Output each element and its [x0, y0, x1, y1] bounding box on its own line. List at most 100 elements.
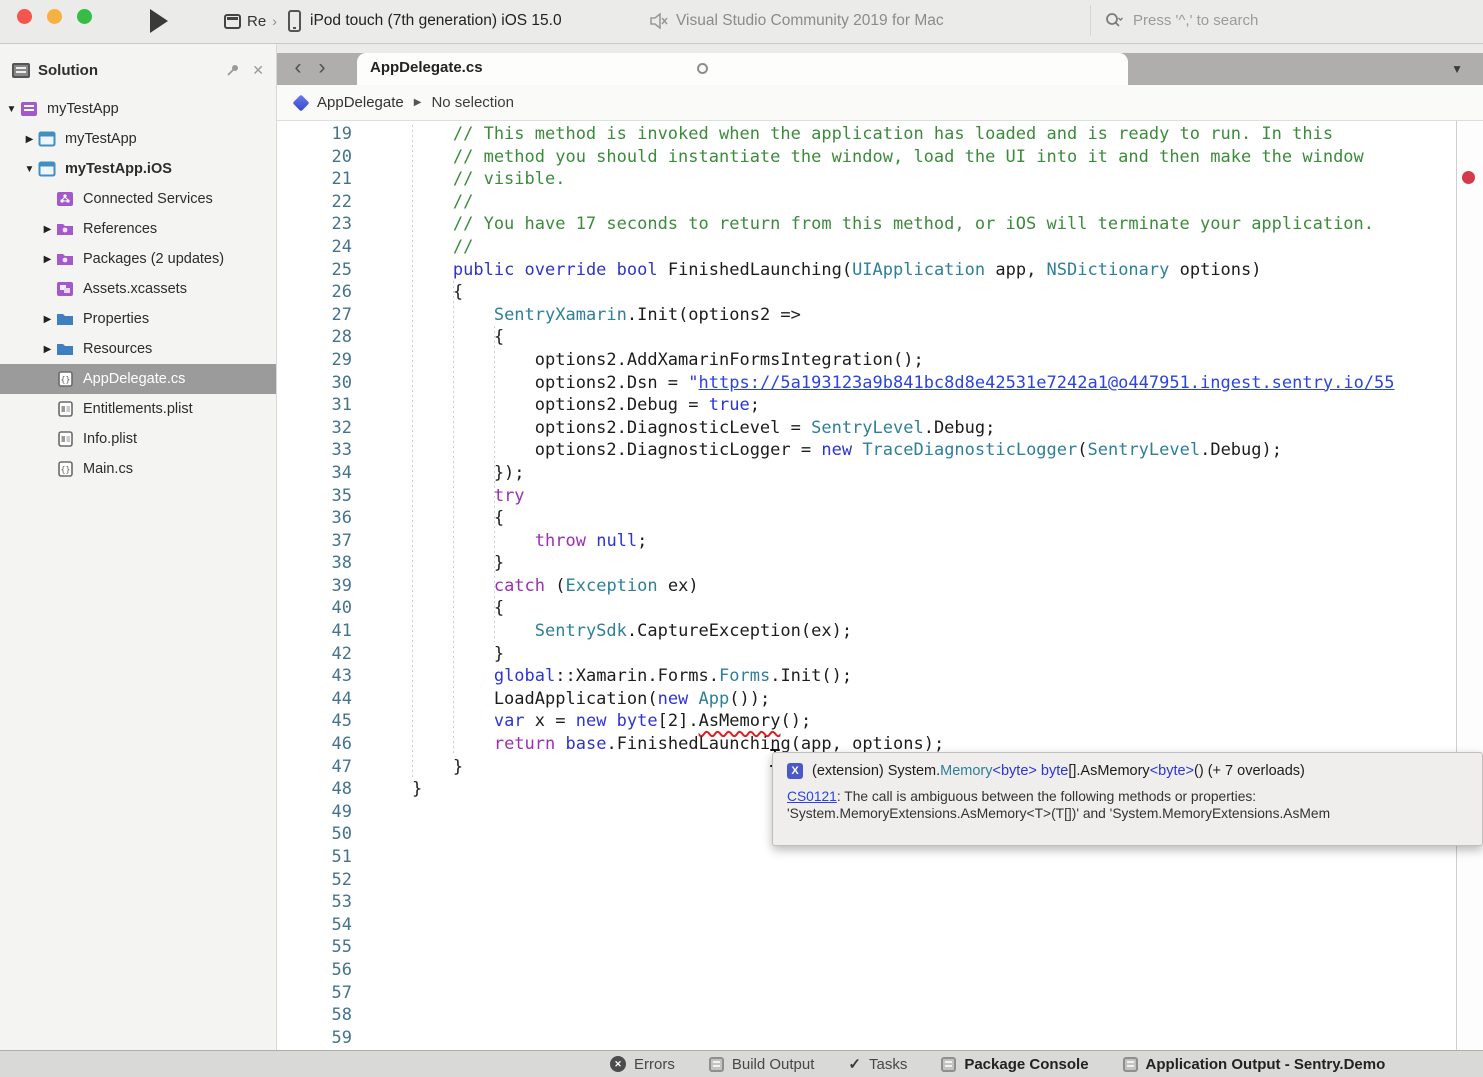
editor-annotation-column[interactable] [1456, 121, 1483, 1050]
code-line[interactable]: 36 { [277, 507, 1483, 530]
tree-item-connected-services[interactable]: Connected Services [0, 184, 276, 214]
line-number[interactable]: 56 [277, 959, 371, 982]
code-text[interactable]: var x = new byte[2].AsMemory(); [371, 710, 1483, 733]
disclosure-arrow-icon[interactable]: ▶ [40, 314, 55, 325]
code-line[interactable]: 23 // You have 17 seconds to return from… [277, 213, 1483, 236]
code-text[interactable]: global::Xamarin.Forms.Forms.Init(); [371, 665, 1483, 688]
code-text[interactable]: throw null; [371, 530, 1483, 553]
minimize-window-button[interactable] [47, 9, 62, 24]
line-number[interactable]: 40 [277, 597, 371, 620]
line-number[interactable]: 46 [277, 733, 371, 756]
code-line[interactable]: 28 { [277, 326, 1483, 349]
line-number[interactable]: 37 [277, 530, 371, 553]
line-number[interactable]: 54 [277, 914, 371, 937]
line-number[interactable]: 41 [277, 620, 371, 643]
line-number[interactable]: 57 [277, 982, 371, 1005]
line-number[interactable]: 32 [277, 417, 371, 440]
code-line[interactable]: 29 options2.AddXamarinFormsIntegration()… [277, 349, 1483, 372]
code-text[interactable] [371, 869, 1483, 892]
code-line[interactable]: 51 [277, 846, 1483, 869]
line-number[interactable]: 50 [277, 823, 371, 846]
code-line[interactable]: 55 [277, 936, 1483, 959]
code-line[interactable]: 42 } [277, 643, 1483, 666]
code-text[interactable]: // [371, 191, 1483, 214]
line-number[interactable]: 47 [277, 756, 371, 779]
line-number[interactable]: 45 [277, 710, 371, 733]
tree-item-packages-2-updates-[interactable]: ▶Packages (2 updates) [0, 244, 276, 274]
code-line[interactable]: 41 SentrySdk.CaptureException(ex); [277, 620, 1483, 643]
line-number[interactable]: 27 [277, 304, 371, 327]
code-line[interactable]: 58 [277, 1004, 1483, 1027]
code-text[interactable]: } [371, 552, 1483, 575]
code-text[interactable] [371, 914, 1483, 937]
code-line[interactable]: 37 throw null; [277, 530, 1483, 553]
code-text[interactable]: options2.Dsn = "https://5a193123a9b841bc… [371, 372, 1483, 395]
code-line[interactable]: 22 // [277, 191, 1483, 214]
statusbar-build-output[interactable]: Build Output [709, 1056, 815, 1073]
statusbar-application-output-sentry-demo[interactable]: Application Output - Sentry.Demo [1123, 1056, 1386, 1073]
tree-item-mytestapp[interactable]: ▶myTestApp [0, 124, 276, 154]
run-button[interactable] [147, 8, 169, 34]
code-line[interactable]: 57 [277, 982, 1483, 1005]
code-line[interactable]: 20 // method you should instantiate the … [277, 146, 1483, 169]
line-number[interactable]: 53 [277, 891, 371, 914]
line-number[interactable]: 20 [277, 146, 371, 169]
line-number[interactable]: 44 [277, 688, 371, 711]
build-configuration-selector[interactable]: Re › [224, 8, 277, 34]
code-text[interactable] [371, 959, 1483, 982]
code-text[interactable] [371, 891, 1483, 914]
line-number[interactable]: 39 [277, 575, 371, 598]
code-line[interactable]: 32 options2.DiagnosticLevel = SentryLeve… [277, 417, 1483, 440]
line-number[interactable]: 36 [277, 507, 371, 530]
code-text[interactable]: options2.AddXamarinFormsIntegration(); [371, 349, 1483, 372]
code-line[interactable]: 25 public override bool FinishedLaunchin… [277, 259, 1483, 282]
code-text[interactable] [371, 982, 1483, 1005]
tree-item-resources[interactable]: ▶Resources [0, 334, 276, 364]
code-text[interactable]: // visible. [371, 168, 1483, 191]
line-number[interactable]: 35 [277, 485, 371, 508]
line-number[interactable]: 21 [277, 168, 371, 191]
line-number[interactable]: 30 [277, 372, 371, 395]
code-line[interactable]: 54 [277, 914, 1483, 937]
statusbar-tasks[interactable]: ✓Tasks [848, 1055, 907, 1073]
code-text[interactable]: try [371, 485, 1483, 508]
code-text[interactable]: public override bool FinishedLaunching(U… [371, 259, 1483, 282]
code-line[interactable]: 19 // This method is invoked when the ap… [277, 123, 1483, 146]
code-line[interactable]: 31 options2.Debug = true; [277, 394, 1483, 417]
code-line[interactable]: 43 global::Xamarin.Forms.Forms.Init(); [277, 665, 1483, 688]
line-number[interactable]: 26 [277, 281, 371, 304]
code-text[interactable]: options2.DiagnosticLevel = SentryLevel.D… [371, 417, 1483, 440]
code-line[interactable]: 59 [277, 1027, 1483, 1050]
code-text[interactable]: SentrySdk.CaptureException(ex); [371, 620, 1483, 643]
line-number[interactable]: 58 [277, 1004, 371, 1027]
tree-item-properties[interactable]: ▶Properties [0, 304, 276, 334]
code-line[interactable]: 30 options2.Dsn = "https://5a193123a9b84… [277, 372, 1483, 395]
error-code-link[interactable]: CS0121 [787, 789, 837, 804]
link-token[interactable]: https://5a193123a9b841bc8d8e42531e7242a1… [699, 373, 1395, 393]
code-line[interactable]: 44 LoadApplication(new App()); [277, 688, 1483, 711]
code-text[interactable]: }); [371, 462, 1483, 485]
code-line[interactable]: 52 [277, 869, 1483, 892]
disclosure-arrow-icon[interactable]: ▶ [40, 254, 55, 265]
code-line[interactable]: 56 [277, 959, 1483, 982]
navigate-back-button[interactable]: ‹ [287, 53, 309, 85]
code-line[interactable]: 26 { [277, 281, 1483, 304]
code-text[interactable]: catch (Exception ex) [371, 575, 1483, 598]
code-line[interactable]: 45 var x = new byte[2].AsMemory(); [277, 710, 1483, 733]
line-number[interactable]: 49 [277, 801, 371, 824]
zoom-window-button[interactable] [77, 9, 92, 24]
line-number[interactable]: 34 [277, 462, 371, 485]
disclosure-arrow-icon[interactable]: ▼ [22, 164, 37, 175]
code-text[interactable]: // You have 17 seconds to return from th… [371, 213, 1483, 236]
tree-item-entitlements-plist[interactable]: Entitlements.plist [0, 394, 276, 424]
code-text[interactable]: // method you should instantiate the win… [371, 146, 1483, 169]
code-text[interactable]: { [371, 507, 1483, 530]
breadcrumb-selection[interactable]: No selection [431, 94, 514, 111]
close-pad-icon[interactable]: ✕ [252, 62, 264, 79]
code-text[interactable] [371, 846, 1483, 869]
code-text[interactable]: options2.Debug = true; [371, 394, 1483, 417]
line-number[interactable]: 19 [277, 123, 371, 146]
line-number[interactable]: 25 [277, 259, 371, 282]
tree-item-appdelegate-cs[interactable]: {}AppDelegate.cs [0, 364, 276, 394]
statusbar-errors[interactable]: ✕Errors [610, 1056, 675, 1073]
